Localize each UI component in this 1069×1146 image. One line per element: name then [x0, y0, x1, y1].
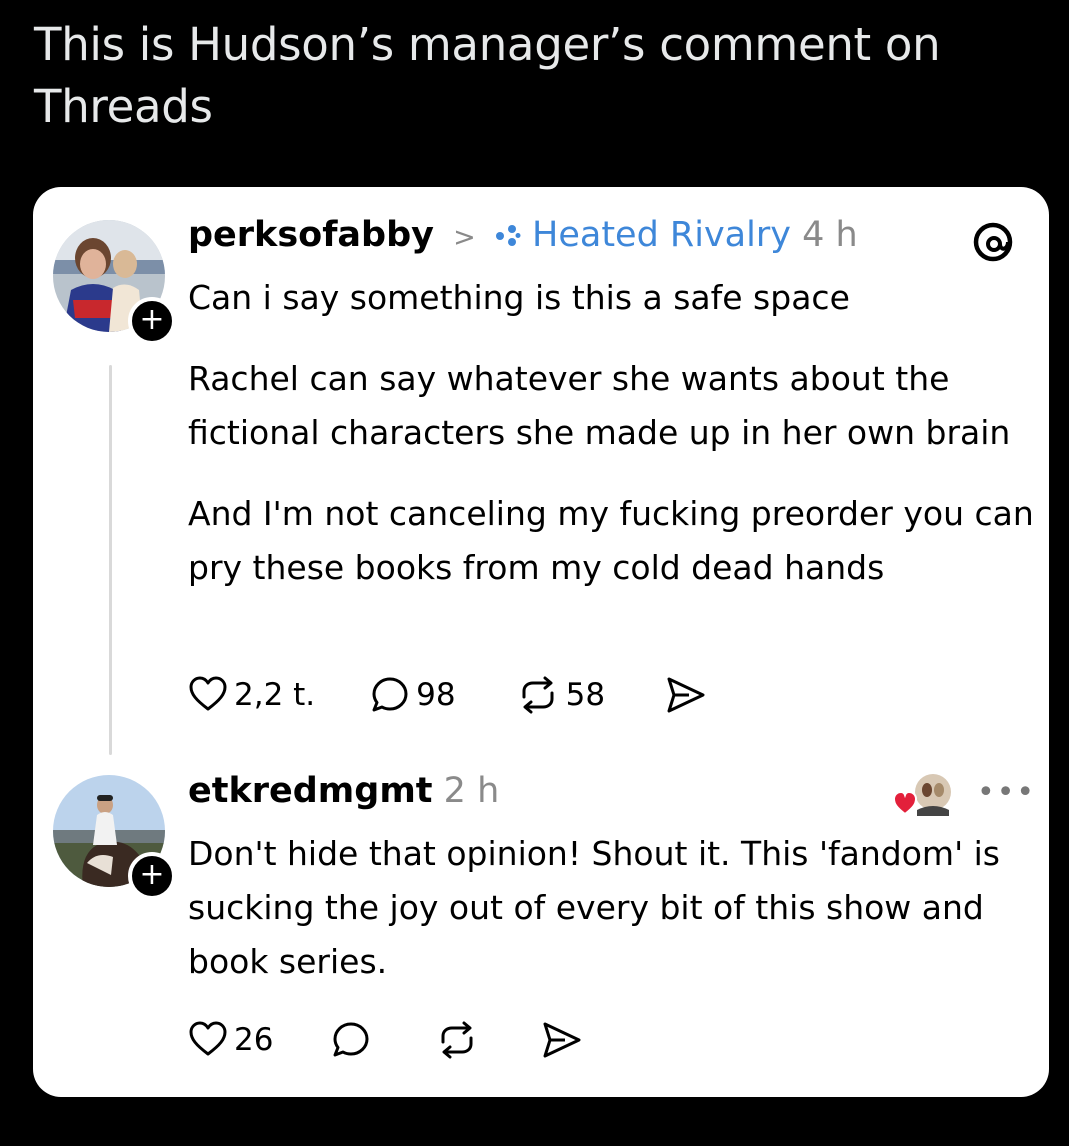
reply-username[interactable]: etkredmgmt	[188, 771, 433, 811]
reply-time: 2 h	[443, 771, 500, 811]
post-paragraph: And I'm not canceling my fucking preorde…	[188, 494, 1034, 587]
comment-button[interactable]	[331, 1020, 371, 1060]
repost-icon	[441, 1021, 473, 1059]
follow-plus-button[interactable]: +	[128, 852, 176, 900]
liked-by-author-icon	[893, 774, 951, 816]
post-actions: 2,2 t. 98 58	[188, 675, 707, 715]
chevron-right-icon: >	[453, 222, 476, 253]
like-count: 2,2 t.	[234, 677, 316, 713]
heart-icon	[189, 1021, 227, 1056]
reply-header: etkredmgmt 2 h	[188, 771, 499, 811]
like-count: 26	[234, 1022, 274, 1058]
repost-button[interactable]: 58	[516, 675, 605, 715]
heart-icon	[189, 676, 227, 711]
comment-button[interactable]: 98	[370, 675, 456, 715]
topic-tag[interactable]: Heated Rivalry	[532, 215, 791, 255]
thread-line	[109, 365, 112, 755]
comment-icon	[372, 677, 408, 712]
topic-dots-icon	[495, 216, 521, 256]
post-body: Can i say something is this a safe space…	[188, 271, 1038, 595]
post-paragraph: Can i say something is this a safe space	[188, 278, 850, 317]
share-icon	[667, 677, 705, 713]
share-icon	[543, 1022, 581, 1058]
repost-count: 58	[565, 677, 606, 713]
reply-count: 98	[416, 677, 456, 713]
post-paragraph: Rachel can say whatever she wants about …	[188, 359, 1011, 452]
like-button[interactable]: 2,2 t.	[188, 675, 315, 715]
share-button[interactable]	[541, 1020, 583, 1060]
reply-actions: 26	[188, 1020, 583, 1060]
follow-plus-button[interactable]: +	[128, 297, 176, 345]
post-header: perksofabby > Heated Rivalry 4 h	[188, 215, 858, 256]
reply-body: Don't hide that opinion! Shout it. This …	[188, 834, 1000, 981]
comment-icon	[333, 1022, 369, 1057]
threads-logo-icon	[973, 222, 1013, 262]
threads-screenshot-card: + perksofabby > Heated Rivalry 4 h Can i…	[33, 187, 1049, 1097]
share-button[interactable]	[665, 675, 707, 715]
post-username[interactable]: perksofabby	[188, 215, 434, 255]
post-time: 4 h	[802, 215, 858, 255]
repost-icon	[522, 676, 554, 714]
repost-button[interactable]	[435, 1020, 479, 1060]
more-icon[interactable]: •••	[977, 775, 1036, 810]
tweet-caption: This is Hudson’s manager’s comment on Th…	[34, 18, 941, 133]
like-button[interactable]: 26	[188, 1020, 273, 1060]
